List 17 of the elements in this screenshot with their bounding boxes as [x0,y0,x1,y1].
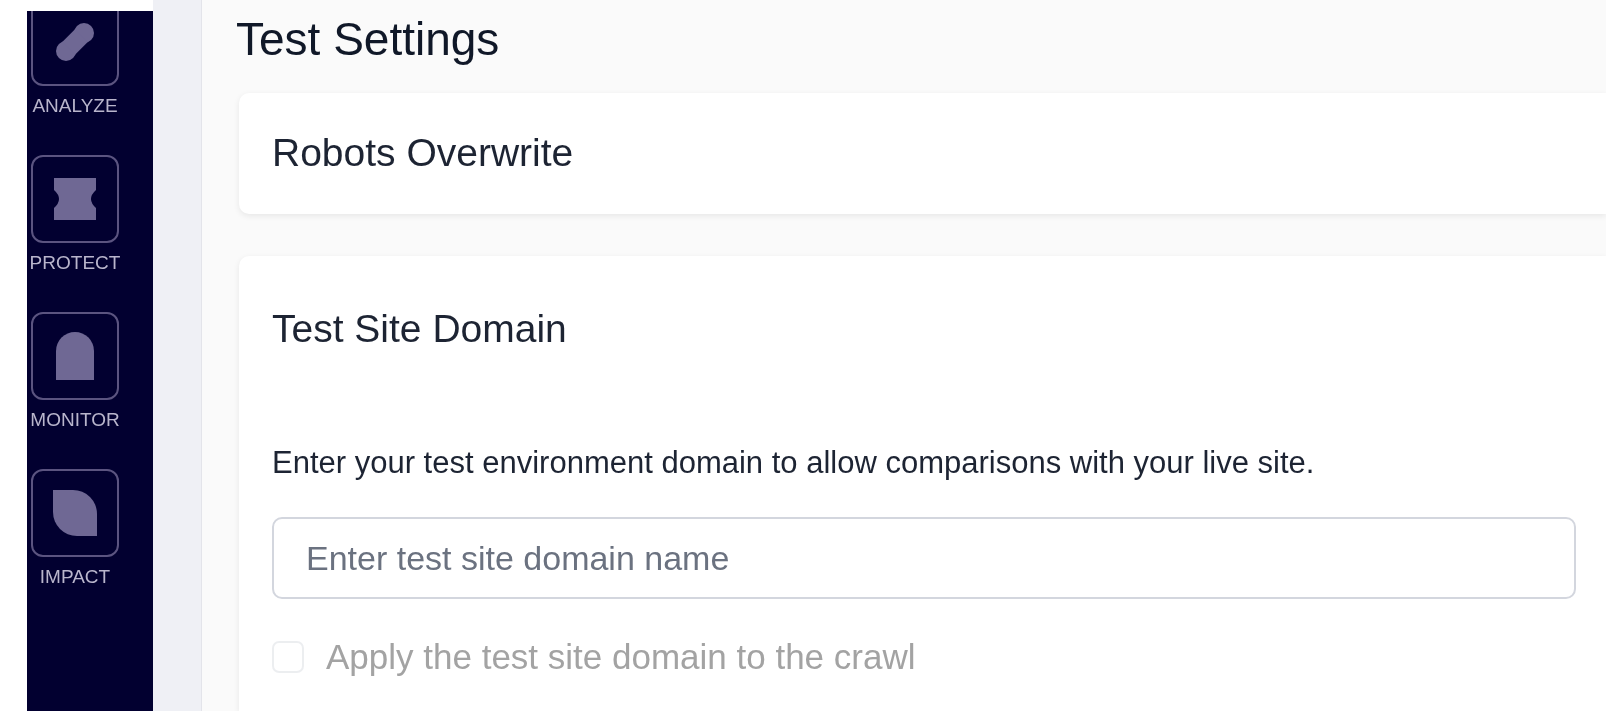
domain-input-field[interactable]: Enter test site domain name [272,517,1576,599]
leaf-icon [53,490,97,536]
sidebar-tile[interactable] [31,11,119,86]
sidebar-tile[interactable] [31,469,119,557]
sidebar-tile[interactable] [31,312,119,400]
section-title: Robots Overwrite [272,130,574,177]
page-title: Test Settings [236,14,501,64]
section-description: Enter your test environment domain to allow comparisons with your live site. [272,444,1316,482]
sidebar-label: MONITOR [30,408,120,432]
sidebar-label: IMPACT [39,565,111,589]
arch-icon [56,332,94,380]
section-title: Test Site Domain [272,306,568,352]
sidebar-tile[interactable] [31,155,119,243]
checkbox-label: Apply the test site domain to the crawl [326,636,916,678]
sidebar-label: PROTECT [29,251,121,275]
sidebar-label: ANALYZE [32,94,118,118]
hourglass-icon [52,176,98,222]
